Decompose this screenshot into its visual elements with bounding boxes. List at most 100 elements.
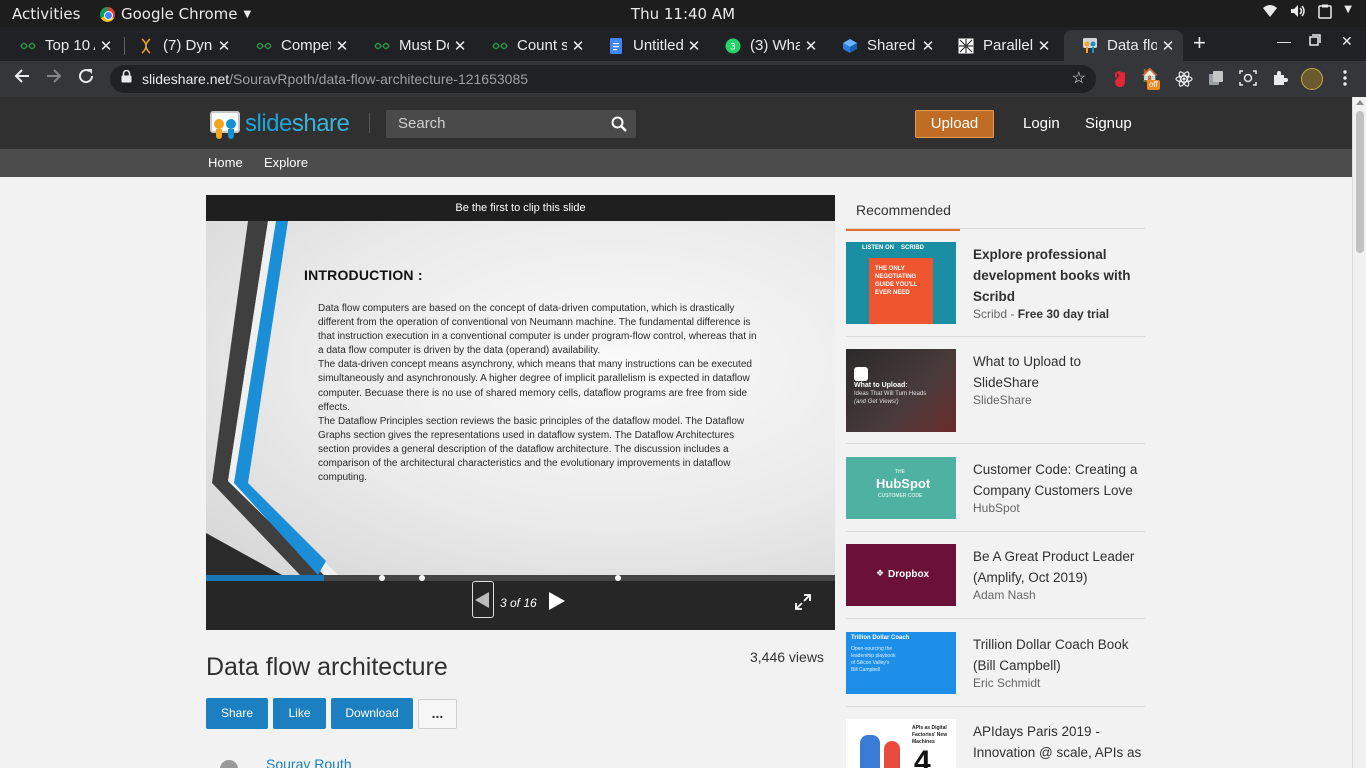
tab-1[interactable]: (7) Dyna ✕ [120,30,239,61]
close-icon[interactable]: ✕ [800,37,822,55]
adblock-extension-icon[interactable] [1111,70,1129,88]
recommended-item[interactable]: APIs as Digital Factories' New Machines … [846,719,1145,768]
like-button[interactable]: Like [273,698,326,729]
clock[interactable]: Thu 11:40 AM [631,5,735,23]
activities-button[interactable]: Activities [12,5,80,23]
url-path: /SouravRpoth/data-flow-architecture-1216… [229,71,529,87]
thumb-text: Factories' New [912,732,948,738]
chrome-menu-icon[interactable] [1336,70,1354,88]
close-icon[interactable]: ✕ [683,37,705,55]
extensions-puzzle-icon[interactable] [1271,70,1289,88]
tab-6[interactable]: 3 (3) Wha ✕ [707,30,826,61]
close-icon[interactable]: ✕ [331,37,353,55]
thumb-text: Open-sourcing the [851,646,893,652]
close-icon[interactable]: ✕ [1033,37,1055,55]
recommended-title[interactable]: Explore professional development books w… [973,244,1145,307]
author-name-link[interactable]: Sourav Routh [266,756,352,768]
close-icon[interactable]: ✕ [213,37,235,55]
author-avatar[interactable] [220,760,238,768]
recommended-title[interactable]: What to Upload to SlideShare [973,351,1145,393]
upload-button[interactable]: Upload [915,110,994,138]
share-button[interactable]: Share [206,698,268,729]
slide-image[interactable]: INTRODUCTION : Data flow computers are b… [206,221,835,575]
search-input[interactable]: Search [386,110,636,138]
download-button[interactable]: Download [331,698,413,729]
tab-strip: Top 10 A ✕ (7) Dyna ✕ Compet ✕ Must Do ✕… [0,27,1366,61]
recommended-title[interactable]: Trillion Dollar Coach Book (Bill Campbel… [973,634,1145,676]
tab-9-active[interactable]: Data flo ✕ [1064,30,1183,61]
tab-5[interactable]: Untitled ✕ [590,30,709,61]
login-link[interactable]: Login [1023,115,1060,132]
back-button[interactable] [10,67,34,91]
recommended-thumbnail[interactable]: THE HubSpot CUSTOMER CODE [846,457,956,519]
screenshot-extension-icon[interactable] [1239,70,1257,88]
recommended-thumbnail[interactable]: Trillion Dollar Coach Open-sourcing the … [846,632,956,694]
forward-button[interactable] [42,67,66,91]
more-options-button[interactable]: ... [418,699,457,729]
reload-button[interactable] [74,67,98,91]
previous-slide-button[interactable] [472,581,494,618]
close-icon[interactable]: ✕ [449,37,471,55]
copy-extension-icon[interactable] [1207,70,1225,88]
recommended-item[interactable]: THE HubSpot CUSTOMER CODE Customer Code:… [846,457,1145,521]
tab-7[interactable]: Shared ✕ [824,30,943,61]
tab-0[interactable]: Top 10 A ✕ [2,30,121,61]
recommended-title[interactable]: Customer Code: Creating a Company Custom… [973,459,1145,501]
thumb-text: HubSpot [876,476,931,491]
close-icon[interactable]: ✕ [917,37,939,55]
recommended-thumbnail[interactable]: APIs as Digital Factories' New Machines … [846,719,956,768]
tab-2[interactable]: Compet ✕ [238,30,357,61]
recommended-thumbnail[interactable]: What to Upload: Ideas That Will Turn Hea… [846,349,956,432]
tab-recommended[interactable]: Recommended [846,201,960,231]
nav-home[interactable]: Home [208,155,243,170]
recommended-thumbnail[interactable]: LISTEN ON SCRIBD THE ONLY NEGOTIATING GU… [846,242,956,324]
thumb-text: THE [895,469,905,475]
tab-underline-divider [846,228,1145,229]
app-menu[interactable]: Google Chrome ▼ [100,5,251,23]
page-scrollbar[interactable] [1352,97,1366,768]
recommended-title[interactable]: Be A Great Product Leader (Amplify, Oct … [973,546,1145,588]
thumb-text: Dropbox [888,569,930,580]
fullscreen-icon[interactable] [795,594,811,610]
nav-explore[interactable]: Explore [264,155,308,170]
profile-avatar[interactable] [1301,68,1323,90]
recommended-item[interactable]: Trillion Dollar Coach Open-sourcing the … [846,632,1145,696]
recommended-item[interactable]: ❖ Dropbox Be A Great Product Leader (Amp… [846,544,1145,608]
tab-3[interactable]: Must Do ✕ [356,30,475,61]
thumb-text: NEGOTIATING [875,274,917,280]
volume-icon [1290,4,1306,23]
new-tab-button[interactable]: + [1193,32,1206,54]
react-devtools-icon[interactable] [1175,70,1193,88]
signup-link[interactable]: Signup [1085,115,1132,132]
recommended-item[interactable]: What to Upload: Ideas That Will Turn Hea… [846,349,1145,433]
close-icon[interactable]: ✕ [95,37,117,55]
address-bar[interactable]: slideshare.net/SouravRpoth/data-flow-arc… [110,65,1096,93]
tab-4[interactable]: Count s ✕ [474,30,593,61]
minimize-button[interactable]: — [1277,33,1291,49]
bookmark-star-icon[interactable]: ☆ [1072,65,1086,93]
system-tray[interactable]: ▼ [1262,4,1352,23]
close-icon[interactable]: ✕ [1157,37,1179,55]
tab-8[interactable]: Parallel ✕ [940,30,1059,61]
window-close-button[interactable]: ✕ [1341,33,1353,50]
recommended-title[interactable]: APIdays Paris 2019 - Innovation @ scale,… [973,721,1145,768]
slideshare-logo[interactable]: slideshare [208,107,350,141]
recommended-thumbnail[interactable]: ❖ Dropbox [846,544,956,606]
gfg-icon [256,38,272,54]
recommended-source: Scribd - Free 30 day trial [973,307,1110,321]
close-icon[interactable]: ✕ [567,37,589,55]
maximize-button[interactable] [1309,33,1321,49]
recommended-item[interactable]: LISTEN ON SCRIBD THE ONLY NEGOTIATING GU… [846,242,1145,326]
tab-label: (3) Wha [750,37,800,54]
scrollbar-thumb[interactable] [1356,111,1364,253]
off-extension-icon[interactable]: 🏠 off [1141,67,1161,90]
lock-icon[interactable] [121,65,132,93]
next-slide-button[interactable] [549,592,565,610]
slideshare-logo-icon [208,107,242,141]
tab-label: Top 10 A [45,37,95,54]
clip-slide-bar[interactable]: Be the first to clip this slide [206,195,835,221]
scroll-up-arrow[interactable] [1356,100,1364,105]
os-top-bar: Activities Google Chrome ▼ Thu 11:40 AM … [0,0,1366,27]
url-host: slideshare.net [142,71,230,87]
search-icon[interactable] [611,116,627,132]
